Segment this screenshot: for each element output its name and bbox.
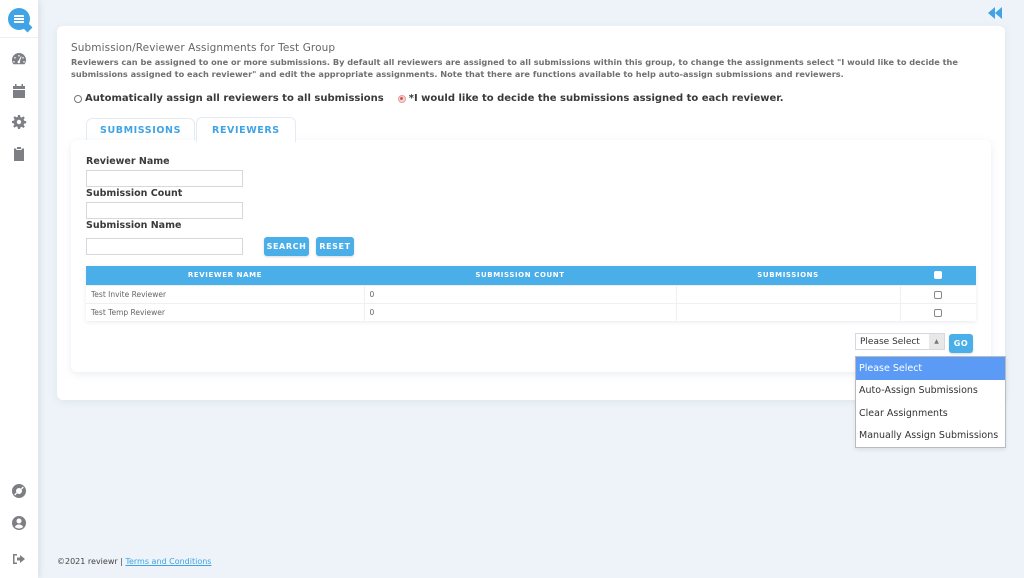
lifebuoy-icon[interactable] xyxy=(10,482,28,500)
submission-count-cell: 0 xyxy=(364,284,677,303)
select-all-checkbox[interactable] xyxy=(934,271,942,280)
auto-assign-radio-label[interactable]: Automatically assign all reviewers to al… xyxy=(85,93,384,104)
caret-up-icon[interactable]: ▲ xyxy=(929,334,944,349)
reviewr-logo-icon[interactable] xyxy=(8,7,30,30)
column-header-submissions[interactable]: SUBMISSIONS xyxy=(676,266,900,285)
reviewer-name-input[interactable] xyxy=(86,170,243,187)
copyright-text: ©2021 reviewr | xyxy=(57,557,123,566)
column-header-select-all xyxy=(900,266,976,285)
collapse-sidebar-button[interactable] xyxy=(988,4,1002,19)
sign-out-icon[interactable] xyxy=(10,550,28,568)
footer: ©2021 reviewr | Terms and Conditions xyxy=(57,557,211,566)
reviewers-table: REVIEWER NAME SUBMISSION COUNT SUBMISSIO… xyxy=(86,266,976,321)
submission-name-label: Submission Name xyxy=(86,220,182,231)
reviewer-name-cell: Test Temp Reviewer xyxy=(86,302,365,321)
submission-count-label: Submission Count xyxy=(86,188,183,199)
go-button[interactable]: GO xyxy=(949,334,973,353)
row-select-cell xyxy=(900,302,976,321)
dropdown-option-manually-assign[interactable]: Manually Assign Submissions xyxy=(856,425,1005,448)
calendar-icon[interactable] xyxy=(10,82,28,100)
tab-submissions[interactable]: SUBMISSIONS xyxy=(86,118,196,141)
tab-bar: SUBMISSIONS REVIEWERS xyxy=(86,117,297,142)
row-checkbox[interactable] xyxy=(934,308,943,317)
manual-assign-radio-label[interactable]: *I would like to decide the submissions … xyxy=(409,93,784,104)
bulk-action-select[interactable]: Please Select ▲ xyxy=(855,333,945,350)
submissions-cell xyxy=(676,284,901,303)
table-row: Test Invite Reviewer 0 xyxy=(86,284,976,303)
reviewer-name-cell: Test Invite Reviewer xyxy=(86,284,365,303)
row-select-cell xyxy=(900,284,976,303)
double-chevron-left-icon xyxy=(988,7,1002,19)
assignment-mode-radio-group: Automatically assign all reviewers to al… xyxy=(74,93,798,104)
table-row: Test Temp Reviewer 0 xyxy=(86,302,976,321)
tab-reviewers[interactable]: REVIEWERS xyxy=(196,117,296,142)
sidebar xyxy=(0,0,38,578)
table-header-row: REVIEWER NAME SUBMISSION COUNT SUBMISSIO… xyxy=(86,266,976,285)
logo-container[interactable] xyxy=(0,0,38,38)
column-header-submission-count[interactable]: SUBMISSION COUNT xyxy=(364,266,676,285)
speedometer-icon[interactable] xyxy=(10,50,28,68)
page-title: Submission/Reviewer Assignments for Test… xyxy=(71,42,336,54)
auto-assign-radio[interactable] xyxy=(74,94,82,103)
reviewer-name-label: Reviewer Name xyxy=(86,156,170,167)
column-header-reviewer-name[interactable]: REVIEWER NAME xyxy=(86,266,364,285)
submission-count-cell: 0 xyxy=(364,302,677,321)
user-circle-icon[interactable] xyxy=(10,514,28,532)
row-checkbox[interactable] xyxy=(934,290,943,299)
submission-count-input[interactable] xyxy=(86,202,243,219)
dropdown-option-clear-assignments[interactable]: Clear Assignments xyxy=(856,402,1005,425)
submission-name-input[interactable] xyxy=(86,238,243,255)
reset-button[interactable]: RESET xyxy=(316,237,354,256)
manual-assign-radio[interactable] xyxy=(397,94,406,103)
submissions-cell xyxy=(676,302,901,321)
dropdown-option-please-select[interactable]: Please Select xyxy=(856,357,1005,380)
dropdown-option-auto-assign[interactable]: Auto-Assign Submissions xyxy=(856,380,1005,403)
bulk-action-dropdown: Please Select Auto-Assign Submissions Cl… xyxy=(855,356,1006,448)
clipboard-icon[interactable] xyxy=(10,145,28,163)
search-button[interactable]: SEARCH xyxy=(264,237,309,256)
gear-icon[interactable] xyxy=(10,113,28,131)
page-description: Reviewers can be assigned to one or more… xyxy=(71,57,958,79)
bulk-action-selected-value: Please Select xyxy=(860,336,920,347)
terms-link[interactable]: Terms and Conditions xyxy=(125,557,211,566)
